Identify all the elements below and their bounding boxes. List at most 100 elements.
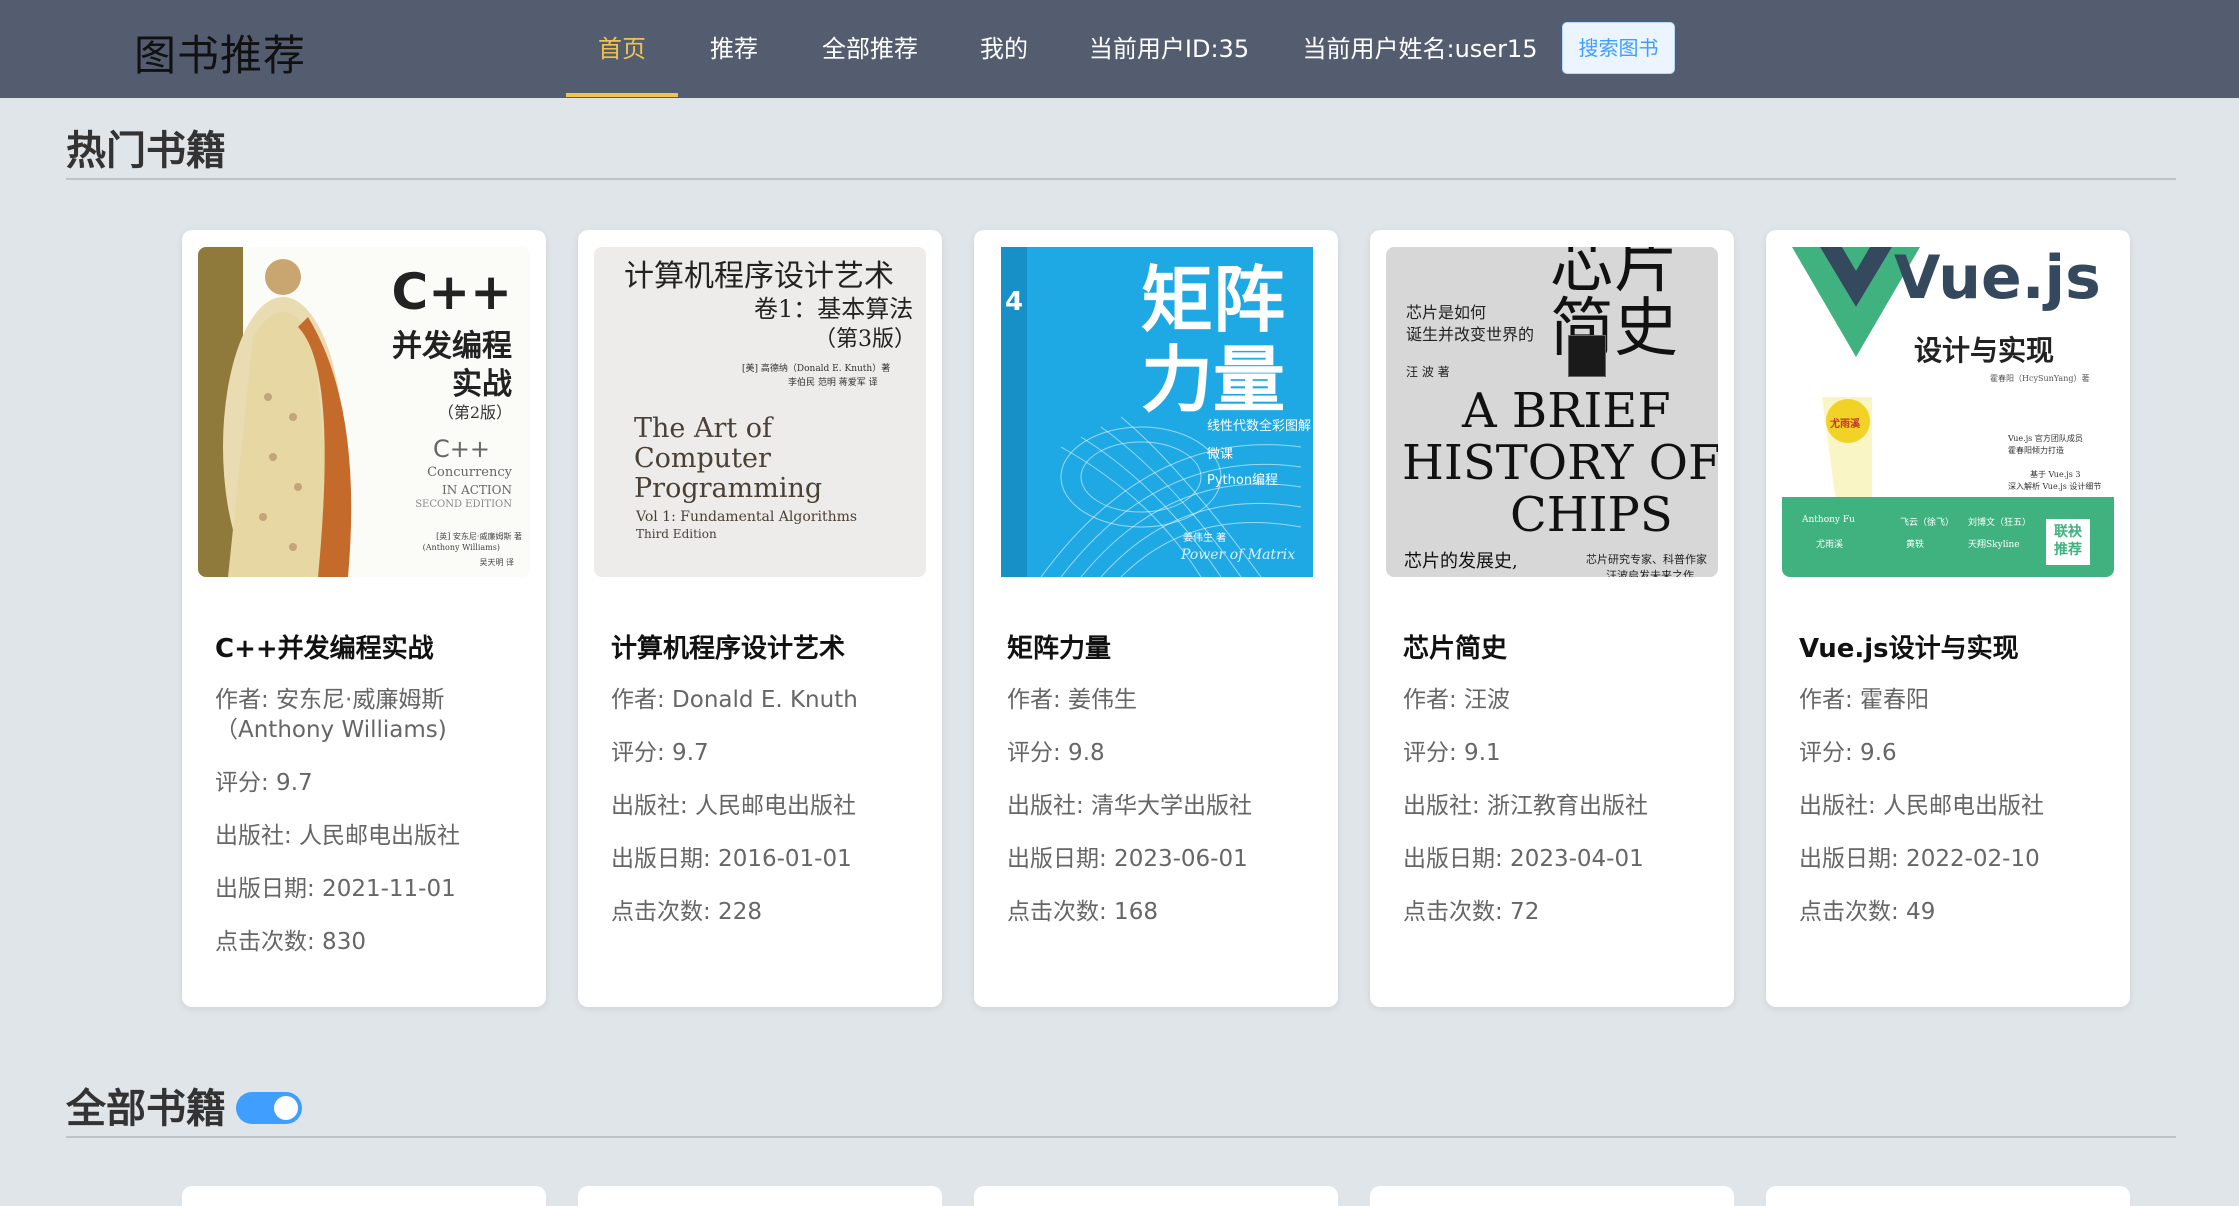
cover-text: (Anthony Williams)	[422, 543, 500, 552]
book-author: 作者: 姜伟生	[1007, 687, 1138, 713]
toggle-knob	[274, 1096, 298, 1120]
cover-subtitle: 设计与实现	[1914, 334, 2055, 367]
book-card[interactable]: 芯片 简史 芯片是如何 诞生并改变世界的 汪 波 著 A BRIEF HISTO…	[1370, 230, 1734, 1007]
cover-volume-number: 4	[1005, 287, 1024, 317]
cover-author: 霍春阳（HcySunYang）著	[1990, 374, 2090, 383]
site-brand[interactable]: 图书推荐	[134, 22, 306, 83]
nav-home[interactable]: 首页	[566, 0, 678, 98]
section-divider	[66, 1136, 2176, 1138]
cover-text: [英] 安东尼·威廉姆斯 著	[436, 532, 522, 541]
book-publisher: 出版社: 人民邮电出版社	[215, 823, 461, 849]
cover-endorser: 飞云（徐飞）	[1900, 518, 1955, 528]
book-publish-date: 出版日期: 2023-04-01	[1403, 846, 1644, 872]
cover-feature: 微课	[1207, 447, 1234, 462]
book-publisher: 出版社: 清华大学出版社	[1007, 793, 1253, 819]
book-card[interactable]	[578, 1186, 942, 1206]
cover-blurb: 霍春阳倾力打造	[2008, 446, 2064, 455]
cover-en-title: CHIPS	[1510, 487, 1673, 543]
cover-endorser: Anthony Fu	[1802, 515, 1855, 525]
book-author: 作者: 安东尼·威廉姆斯（Anthony Williams)	[215, 687, 447, 743]
book-cover[interactable]: 4 矩阵 力量 线性代数全彩图解 微课 Python编程 姜伟生 著 Power…	[1001, 247, 1313, 577]
book-publish-date: 出版日期: 2021-11-01	[215, 876, 456, 902]
cover-author: 姜伟生 著	[1183, 533, 1227, 544]
cover-title: Vue.js	[1894, 247, 2101, 313]
book-card[interactable]	[182, 1186, 546, 1206]
book-card[interactable]: Vue.js 设计与实现 霍春阳（HcySunYang）著 尤雨溪 Vue.js…	[1766, 230, 2130, 1007]
cover-feature: Python编程	[1207, 473, 1279, 488]
cover-en-title: Computer	[634, 443, 771, 474]
book-publisher: 出版社: 人民邮电出版社	[611, 793, 857, 819]
book-author: 作者: 汪波	[1403, 687, 1511, 713]
book-cover[interactable]: 计算机程序设计艺术 卷1：基本算法 （第3版） [美] 高德纳（Donald E…	[594, 247, 926, 577]
book-publish-date: 出版日期: 2023-06-01	[1007, 846, 1248, 872]
book-author: 作者: Donald E. Knuth	[611, 687, 858, 713]
cover-endorser: 天翔Skyline	[1968, 540, 2020, 550]
cover-blurb: 汪波启发未来之作	[1606, 569, 1694, 577]
book-cover[interactable]: 芯片 简史 芯片是如何 诞生并改变世界的 汪 波 著 A BRIEF HISTO…	[1386, 247, 1718, 577]
book-card[interactable]	[1370, 1186, 1734, 1206]
cover-text: 吴天明 译	[479, 558, 514, 567]
cover-author: [美] 高德纳（Donald E. Knuth）著	[742, 364, 891, 374]
cover-blurb: 芯片研究专家、科普作家	[1586, 553, 1707, 566]
nav-user-id[interactable]: 当前用户ID:35	[1084, 0, 1254, 98]
book-author: 作者: 霍春阳	[1799, 687, 1930, 713]
cover-subtitle: 芯片是如何	[1406, 303, 1487, 322]
cover-edition: （第2版）	[437, 403, 512, 422]
book-card[interactable]	[974, 1186, 1338, 1206]
nav-mine[interactable]: 我的	[966, 0, 1042, 98]
cover-title: 力量	[1141, 338, 1286, 422]
cover-translator: 李伯民 范明 蒋爱军 译	[788, 378, 878, 388]
book-cover[interactable]: Vue.js 设计与实现 霍春阳（HcySunYang）著 尤雨溪 Vue.js…	[1782, 247, 2114, 577]
cover-en-title: Power of Matrix	[1181, 547, 1296, 563]
book-click-count: 点击次数: 168	[1007, 899, 1158, 925]
cover-text: C++	[433, 435, 490, 463]
cover-endorser: 刘博文（狂五）	[1968, 518, 2032, 528]
book-publish-date: 出版日期: 2022-02-10	[1799, 846, 2040, 872]
book-title[interactable]: 芯片简史	[1403, 628, 1507, 665]
cover-blurb: 基于 Vue.js 3	[2030, 470, 2081, 479]
book-card[interactable]: 4 矩阵 力量 线性代数全彩图解 微课 Python编程 姜伟生 著 Power…	[974, 230, 1338, 1007]
book-card[interactable]: 计算机程序设计艺术 卷1：基本算法 （第3版） [美] 高德纳（Donald E…	[578, 230, 942, 1007]
cover-en-subtitle: Vol 1: Fundamental Algorithms	[636, 509, 858, 525]
book-publish-date: 出版日期: 2016-01-01	[611, 846, 852, 872]
book-title[interactable]: Vue.js设计与实现	[1799, 628, 2019, 665]
cover-endorser: 黄轶	[1906, 540, 1925, 550]
book-rating: 评分: 9.8	[1007, 740, 1105, 766]
book-title[interactable]: 计算机程序设计艺术	[611, 628, 845, 665]
cover-blurb: 深入解析 Vue.js 设计细节	[2008, 482, 2102, 491]
all-books-title: 全部书籍	[66, 1086, 226, 1132]
book-click-count: 点击次数: 49	[1799, 899, 1936, 925]
nav-recommend[interactable]: 推荐	[694, 0, 774, 98]
book-click-count: 点击次数: 830	[215, 929, 366, 955]
cover-subtitle: 卷1：基本算法	[754, 295, 914, 323]
book-rating: 评分: 9.1	[1403, 740, 1501, 766]
cover-text: IN ACTION	[442, 483, 512, 497]
cover-author: 汪 波 著	[1406, 365, 1450, 379]
nav-user-name[interactable]: 当前用户姓名:user15	[1300, 0, 1540, 98]
book-rating: 评分: 9.7	[611, 740, 709, 766]
nav-all-recommend[interactable]: 全部推荐	[810, 0, 930, 98]
book-cover[interactable]: C++ 并发编程 实战 （第2版） C++ Concurrency IN ACT…	[198, 247, 530, 577]
cover-en-title: A BRIEF	[1462, 383, 1671, 439]
cover-subtitle: 实战	[452, 367, 512, 402]
book-card[interactable]: C++ 并发编程 实战 （第2版） C++ Concurrency IN ACT…	[182, 230, 546, 1007]
cover-blurb: Vue.js 官方团队成员	[2008, 434, 2083, 443]
top-navbar: 图书推荐 首页 推荐 全部推荐 我的 当前用户ID:35 当前用户姓名:user…	[0, 0, 2239, 98]
cover-subtitle: 诞生并改变世界的	[1406, 325, 1535, 344]
cover-en-title: HISTORY OF	[1402, 435, 1718, 491]
book-title[interactable]: 矩阵力量	[1007, 628, 1111, 665]
cover-en-title: Programming	[634, 473, 823, 504]
cover-en-title: The Art of	[634, 413, 773, 444]
all-books-toggle[interactable]	[236, 1092, 302, 1124]
book-title[interactable]: C++并发编程实战	[215, 628, 434, 665]
search-books-button[interactable]: 搜索图书	[1562, 22, 1675, 74]
nav-active-underline	[566, 93, 678, 97]
book-click-count: 点击次数: 228	[611, 899, 762, 925]
chip-image	[1568, 335, 1606, 377]
cover-title: C++	[391, 263, 512, 321]
cover-edition: （第3版）	[814, 327, 916, 352]
book-rating: 评分: 9.6	[1799, 740, 1897, 766]
book-card[interactable]	[1766, 1186, 2130, 1206]
cover-feature: 线性代数全彩图解	[1207, 419, 1312, 434]
book-click-count: 点击次数: 72	[1403, 899, 1540, 925]
